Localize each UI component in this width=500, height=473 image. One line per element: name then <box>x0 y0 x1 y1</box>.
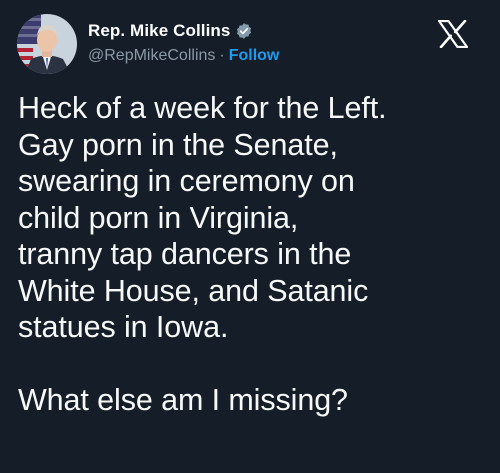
verified-badge-icon <box>235 22 253 40</box>
handle-row: @RepMikeCollins · Follow <box>88 47 279 65</box>
tweet-text: Heck of a week for the Left. Gay porn in… <box>18 91 387 417</box>
user-handle[interactable]: @RepMikeCollins <box>88 47 215 65</box>
tweet-card: Rep. Mike Collins @RepMikeCollins · Foll… <box>0 0 500 473</box>
avatar-image <box>17 14 77 74</box>
display-name[interactable]: Rep. Mike Collins <box>88 21 230 41</box>
x-logo-icon[interactable] <box>437 19 469 49</box>
author-name-row: Rep. Mike Collins <box>88 20 253 42</box>
avatar[interactable] <box>17 14 77 74</box>
follow-button[interactable]: Follow <box>229 47 280 65</box>
handle-separator: · <box>219 47 225 64</box>
